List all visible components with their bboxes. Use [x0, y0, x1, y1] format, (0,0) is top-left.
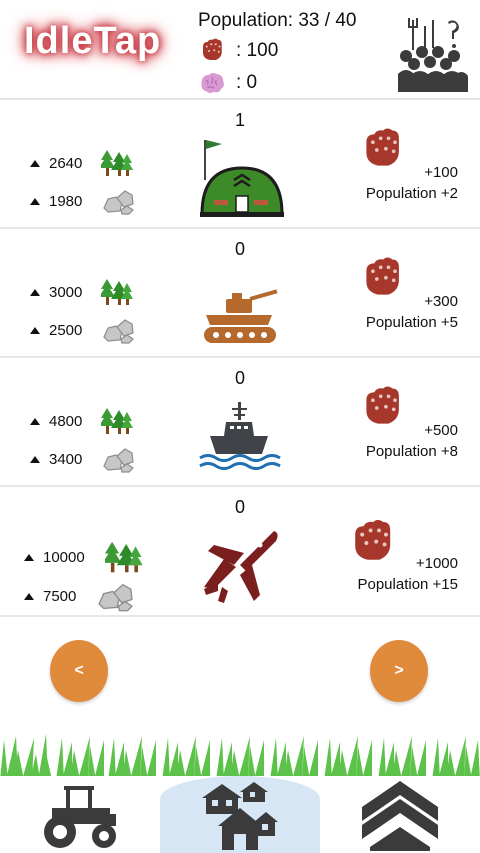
brains-value: : 0	[236, 72, 258, 93]
unit-count: 1	[234, 110, 245, 130]
brains-row: : 0	[196, 68, 257, 98]
stone-cost: 3400	[30, 444, 135, 474]
wood-cost: 10000	[24, 539, 145, 575]
battleship-icon	[199, 402, 281, 470]
stone-icon	[98, 583, 134, 612]
unit-row-tank[interactable]: 0 3000 2500 +300 Population +5	[0, 229, 480, 358]
arrow-up-icon	[30, 417, 40, 425]
next-page-button[interactable]: >	[370, 640, 428, 702]
unit-row-battleship[interactable]: 0 4800 3400 +500 Population +8	[0, 358, 480, 487]
population-bonus: Population +2	[365, 185, 458, 202]
arrow-up-icon	[30, 197, 40, 205]
forest-icon	[101, 279, 133, 305]
unit-reward: +100 Population +2	[366, 162, 458, 204]
strength-row: : 100	[196, 36, 278, 66]
unit-reward: +500 Population +8	[366, 420, 458, 462]
brain-icon	[201, 73, 224, 93]
population-bonus: Population +8	[365, 443, 458, 460]
bottom-tab-bar	[0, 776, 480, 853]
unit-list: 1 2640 1980 +100 Population +2 0 3000 25…	[0, 100, 480, 617]
fighter-jet-icon	[204, 531, 278, 603]
population-bonus: Population +5	[365, 314, 458, 331]
bunker-icon	[200, 140, 284, 217]
unit-count: 0	[234, 239, 245, 259]
previous-page-button[interactable]: <	[50, 640, 108, 702]
wood-cost: 4800	[30, 406, 135, 436]
fist-icon	[203, 38, 222, 60]
grass-decoration	[0, 734, 480, 780]
stone-icon	[103, 190, 134, 215]
population-counter: Population: 33 / 40	[198, 10, 357, 31]
houses-icon	[202, 781, 278, 850]
power-bonus: +100	[424, 164, 458, 181]
forest-icon	[101, 408, 133, 434]
wood-cost: 2640	[30, 148, 135, 178]
stone-icon	[103, 319, 134, 344]
chevron-up-rank-icon	[362, 780, 438, 851]
unit-reward: +1000 Population +15	[357, 553, 458, 595]
unit-reward: +300 Population +5	[366, 291, 458, 333]
unit-row-bunker[interactable]: 1 2640 1980 +100 Population +2	[0, 100, 480, 229]
tank-icon	[204, 289, 278, 343]
stone-cost: 2500	[30, 315, 135, 345]
tractor-icon	[44, 785, 116, 848]
top-bar: IdleTap Population: 33 / 40 : 100 : 0	[0, 0, 480, 100]
app-logo: IdleTap	[24, 20, 162, 62]
stone-icon	[103, 448, 134, 473]
tab-upgrades[interactable]	[340, 776, 460, 853]
power-bonus: +500	[424, 422, 458, 439]
forest-icon	[101, 150, 133, 176]
arrow-up-icon	[30, 288, 40, 296]
arrow-up-icon	[24, 592, 34, 600]
unit-count: 0	[234, 497, 245, 517]
wood-cost: 3000	[30, 277, 135, 307]
strength-value: : 100	[236, 40, 279, 61]
arrow-up-icon	[30, 326, 40, 334]
arrow-up-icon	[24, 553, 34, 561]
arrow-up-icon	[30, 159, 40, 167]
stone-cost: 1980	[30, 186, 135, 216]
crowd-protest-icon	[398, 18, 468, 92]
tab-town[interactable]	[160, 776, 320, 853]
unit-row-jet[interactable]: 0 10000 7500 +1000 Population +15	[0, 487, 480, 617]
unit-count: 0	[234, 368, 245, 388]
stone-cost: 7500	[24, 579, 135, 613]
arrow-up-icon	[30, 455, 40, 463]
forest-icon	[105, 541, 143, 573]
population-bonus: Population +15	[357, 576, 458, 593]
tab-farm[interactable]	[20, 776, 140, 853]
power-bonus: +300	[424, 293, 458, 310]
power-bonus: +1000	[415, 555, 458, 572]
